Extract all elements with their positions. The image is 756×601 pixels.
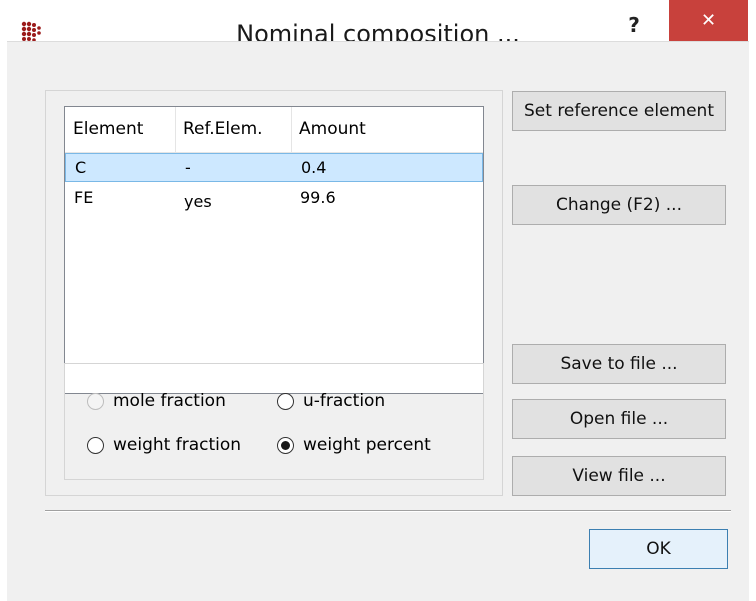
radio-selected-dot — [281, 440, 290, 450]
radio-circle — [277, 392, 294, 410]
radio-label: weight percent — [303, 435, 431, 455]
radio-circle — [87, 392, 104, 410]
cell-ref-elem: - — [185, 158, 191, 177]
divider-highlight — [45, 511, 731, 512]
table-row[interactable]: FE yes 99.6 — [65, 184, 483, 213]
help-button[interactable]: ? — [622, 10, 646, 40]
column-header-ref-elem[interactable]: Ref.Elem. — [175, 107, 291, 152]
radio-mole-fraction[interactable]: mole fraction — [87, 391, 226, 411]
close-icon: ✕ — [700, 10, 717, 31]
table-header: Element Ref.Elem. Amount — [65, 107, 483, 153]
element-table[interactable]: Element Ref.Elem. Amount C - 0.4 FE yes … — [64, 106, 484, 394]
units-group: mole fraction u-fraction weight fraction… — [64, 363, 484, 480]
radio-circle — [87, 436, 104, 454]
close-button[interactable]: ✕ — [669, 0, 748, 41]
set-reference-element-button[interactable]: Set reference element — [512, 91, 726, 131]
radio-u-fraction[interactable]: u-fraction — [277, 391, 385, 411]
dialog-body: Element Ref.Elem. Amount C - 0.4 FE yes … — [7, 41, 749, 601]
view-file-button[interactable]: View file ... — [512, 456, 726, 496]
radio-label: mole fraction — [113, 391, 226, 411]
save-to-file-button[interactable]: Save to file ... — [512, 344, 726, 384]
cell-amount: 0.4 — [301, 158, 327, 177]
column-header-element[interactable]: Element — [65, 107, 175, 152]
cell-element: C — [75, 158, 87, 177]
radio-circle — [277, 436, 294, 454]
column-header-amount[interactable]: Amount — [291, 107, 485, 152]
ok-button[interactable]: OK — [589, 529, 728, 569]
cell-element: FE — [74, 188, 94, 207]
open-file-button[interactable]: Open file ... — [512, 399, 726, 439]
change-button[interactable]: Change (F2) ... — [512, 185, 726, 225]
radio-label: u-fraction — [303, 391, 386, 411]
table-row[interactable]: C - 0.4 — [65, 153, 483, 182]
cell-amount: 99.6 — [300, 188, 336, 207]
radio-weight-fraction[interactable]: weight fraction — [87, 435, 241, 455]
radio-weight-percent[interactable]: weight percent — [277, 435, 431, 455]
radio-label: weight fraction — [113, 435, 242, 455]
cell-ref-elem: yes — [184, 192, 212, 211]
